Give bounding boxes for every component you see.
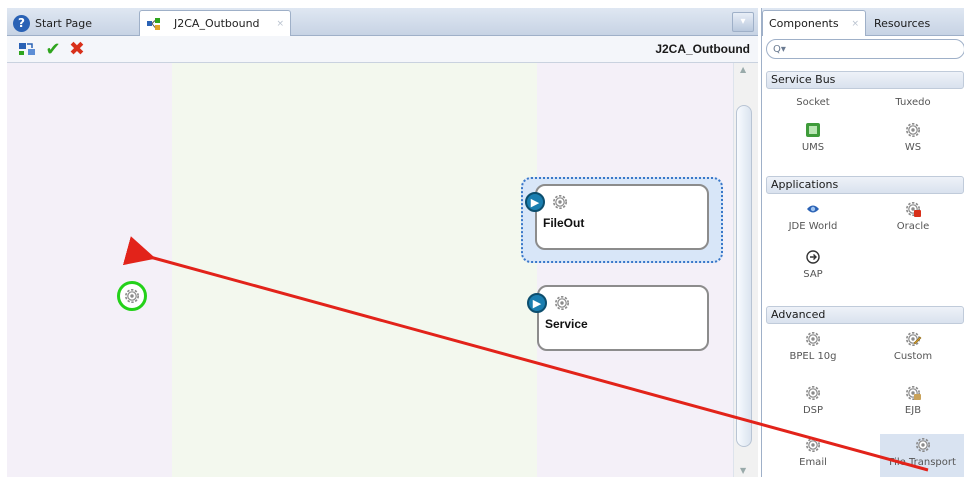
editor-toolbar: ✔ ✖ J2CA_Outbound	[7, 36, 758, 63]
palette-item-oracle[interactable]: Oracle	[868, 200, 958, 232]
drop-target-gear-icon[interactable]	[117, 281, 147, 311]
scrollbar-thumb[interactable]	[736, 105, 752, 447]
gear-icon	[125, 288, 139, 304]
tab-start-page-label: Start Page	[35, 16, 92, 30]
exposed-services-lane[interactable]	[7, 63, 172, 477]
palette-item-bpel-10g[interactable]: BPEL 10g	[768, 330, 858, 362]
editor-tab-bar: ? Start Page J2CA_Outbound × ▾	[7, 8, 758, 36]
service-arrow-icon[interactable]: ▶	[527, 293, 547, 313]
palette-item-email[interactable]: Email	[768, 436, 858, 468]
palette-item-dsp[interactable]: DSP	[768, 384, 858, 416]
tab-components[interactable]: Components ×	[762, 10, 866, 36]
group-service-bus[interactable]: Service Bus	[766, 71, 964, 89]
item-label: SAP	[803, 269, 823, 280]
palette-item-tuxedo[interactable]: Tuxedo	[868, 97, 958, 108]
item-label: Socket	[796, 97, 830, 108]
palette-tab-bar: Components × Resources	[762, 8, 964, 36]
external-references-lane[interactable]	[537, 63, 733, 477]
composite-title: J2CA_Outbound	[655, 42, 750, 56]
service-arrow-icon[interactable]: ▶	[525, 192, 545, 212]
sap-icon	[806, 250, 820, 264]
palette-item-custom[interactable]: Custom	[868, 330, 958, 362]
close-icon[interactable]: ×	[276, 19, 284, 29]
tab-start-page[interactable]: ? Start Page	[7, 10, 125, 36]
item-label: File Transport	[889, 457, 956, 468]
gear-icon	[554, 295, 570, 311]
close-icon[interactable]: ×	[851, 19, 859, 29]
composite-editor: ? Start Page J2CA_Outbound × ▾ ✔ ✖ J2CA_…	[7, 8, 758, 477]
palette-item-ws[interactable]: WS	[868, 121, 958, 153]
tab-resources[interactable]: Resources	[868, 10, 964, 36]
gear-icon	[805, 331, 821, 347]
palette-item-socket[interactable]: Socket	[768, 97, 858, 108]
tab-j2ca-outbound-label: J2CA_Outbound	[174, 17, 260, 30]
palette-search-input[interactable]	[789, 43, 940, 55]
palette-item-ejb[interactable]: EJB	[868, 384, 958, 416]
item-label: JDE World	[788, 221, 838, 232]
validate-button[interactable]: ✔	[43, 38, 63, 60]
oracle-icon	[905, 202, 921, 217]
refresh-button[interactable]	[17, 40, 37, 58]
item-label: BPEL 10g	[789, 351, 837, 362]
card-header: ▶	[525, 192, 569, 212]
item-label: Email	[799, 457, 827, 468]
search-icon[interactable]: Q▾	[773, 44, 786, 55]
tab-resources-label: Resources	[874, 16, 931, 30]
custom-icon	[905, 331, 922, 347]
tab-components-label: Components	[769, 17, 839, 30]
ejb-icon	[905, 385, 921, 401]
group-advanced[interactable]: Advanced	[766, 306, 964, 324]
service-reference[interactable]: ▶ Service	[527, 285, 709, 351]
scroll-up-icon[interactable]: ▲	[740, 65, 746, 74]
cross-icon: ✖	[69, 38, 85, 60]
item-label: UMS	[801, 142, 825, 153]
composite-icon	[147, 17, 160, 30]
group-label: Advanced	[771, 308, 826, 321]
refresh-icon	[19, 43, 35, 55]
jde-world-icon	[807, 205, 819, 213]
gear-icon	[805, 437, 821, 453]
check-icon: ✔	[45, 38, 61, 60]
gear-icon	[805, 385, 821, 401]
palette-search[interactable]: Q▾	[766, 39, 964, 59]
service-label: Service	[545, 317, 588, 331]
item-label: Custom	[893, 351, 933, 362]
fileout-label: FileOut	[543, 216, 585, 230]
palette-item-sap[interactable]: SAP	[768, 248, 858, 280]
gear-icon	[552, 195, 568, 209]
palette-item-file-transport[interactable]: File Transport	[880, 434, 964, 477]
item-label: Oracle	[896, 221, 930, 232]
scroll-down-icon[interactable]: ▼	[740, 466, 746, 475]
item-label: WS	[904, 142, 922, 153]
components-lane[interactable]	[172, 63, 537, 477]
palette-item-ums[interactable]: UMS	[768, 121, 858, 153]
palette-item-jde-world[interactable]: JDE World	[768, 200, 858, 232]
group-label: Service Bus	[771, 73, 836, 86]
card-header: ▶	[527, 293, 571, 313]
composite-canvas[interactable]: ▲ ▼ ▶ FileOut ▶ Service	[7, 63, 758, 477]
tab-j2ca-outbound[interactable]: J2CA_Outbound ×	[139, 10, 291, 36]
gear-icon	[915, 437, 930, 453]
group-applications[interactable]: Applications	[766, 176, 964, 194]
tab-list-dropdown-icon[interactable]: ▾	[732, 12, 754, 32]
delete-button[interactable]: ✖	[67, 38, 87, 60]
vertical-scrollbar[interactable]: ▲ ▼	[733, 63, 758, 477]
gear-icon	[905, 123, 921, 137]
component-palette: Components × Resources Q▾ Service Bus So…	[761, 8, 964, 477]
item-label: Tuxedo	[895, 97, 931, 108]
help-icon: ?	[13, 14, 30, 32]
item-label: DSP	[802, 405, 824, 416]
fileout-reference[interactable]: ▶ FileOut	[525, 184, 709, 250]
group-label: Applications	[771, 178, 839, 191]
item-label: EJB	[904, 405, 922, 416]
ums-icon	[806, 123, 820, 137]
